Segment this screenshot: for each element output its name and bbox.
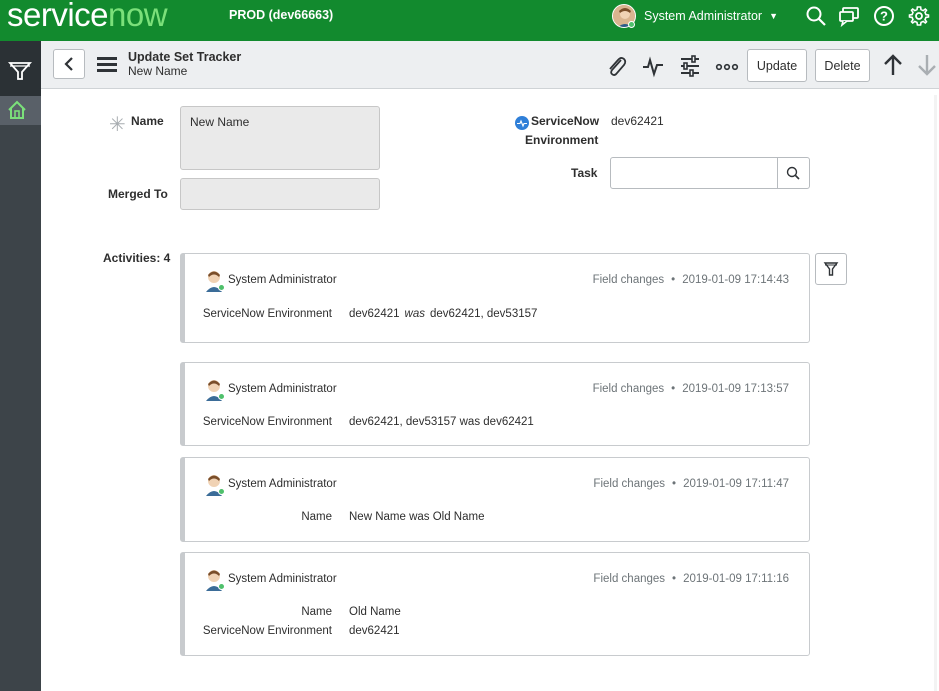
task-input[interactable] xyxy=(610,157,778,189)
activity-type: Field changes xyxy=(592,274,665,286)
chevron-down-icon: ▼ xyxy=(769,11,779,21)
new-value: dev62421 xyxy=(349,308,400,320)
change-field-value: Old Name xyxy=(349,606,401,618)
activity-icon[interactable] xyxy=(641,54,665,78)
name-field-value: New Name xyxy=(190,115,250,129)
was-keyword: was xyxy=(404,308,425,320)
change-field-label: Name xyxy=(301,606,332,618)
meta-separator: • xyxy=(671,274,676,286)
activities-label: Activities: 4 xyxy=(103,251,171,265)
activity-card: System Administrator Field changes • 2019-0… xyxy=(180,457,810,542)
update-button[interactable]: Update xyxy=(747,49,807,82)
meta-separator: • xyxy=(671,383,676,395)
change-field-value: New Name was Old Name xyxy=(349,511,484,523)
home-icon xyxy=(8,100,26,119)
activity-user: System Administrator xyxy=(228,274,337,286)
task-label: Task xyxy=(571,166,598,180)
activity-meta: Field changes • 2019-01-09 17:14:43 xyxy=(593,274,789,286)
arrow-up-icon[interactable] xyxy=(881,53,905,77)
filter-navigator-tab[interactable] xyxy=(0,41,41,96)
instance-name: PROD (dev66663) xyxy=(229,8,334,22)
activity-filter-button[interactable] xyxy=(815,253,847,285)
change-field-value: dev62421, dev53157 was dev62421 xyxy=(349,416,534,428)
avatar xyxy=(204,377,225,401)
activity-type: Field changes xyxy=(592,383,665,395)
scrollbar[interactable] xyxy=(934,95,937,691)
change-field-label: ServiceNow Environment xyxy=(202,625,332,637)
record-display-value: New Name xyxy=(128,64,188,78)
merged-to-field[interactable] xyxy=(180,178,380,210)
svg-text:?: ? xyxy=(880,9,888,24)
activity-type: Field changes xyxy=(593,573,666,585)
hamburger-icon[interactable] xyxy=(97,57,117,73)
activity-timestamp: 2019-01-09 17:11:16 xyxy=(683,573,789,585)
servicenow-logo[interactable]: servicenow xyxy=(7,0,168,31)
filter-icon xyxy=(823,262,839,276)
activity-timestamp: 2019-01-09 17:11:47 xyxy=(683,478,789,490)
user-menu[interactable]: System Administrator ▼ xyxy=(612,3,778,29)
filter-icon xyxy=(7,62,33,80)
avatar xyxy=(204,472,225,496)
top-banner: servicenow PROD (dev66663) System Admini… xyxy=(0,0,939,41)
field-status-icon xyxy=(515,116,529,130)
avatar xyxy=(204,268,225,292)
activity-timestamp: 2019-01-09 17:13:57 xyxy=(682,383,789,395)
new-value: New Name was Old Name xyxy=(349,511,485,523)
change-field-label: ServiceNow Environment xyxy=(202,308,332,320)
activity-card: System Administrator Field changes • 2019-0… xyxy=(180,362,810,446)
paperclip-icon[interactable] xyxy=(604,54,628,78)
new-value: dev62421 xyxy=(349,625,400,637)
home-tab[interactable] xyxy=(0,96,41,125)
environment-value: dev62421 xyxy=(611,114,664,128)
activity-card: System Administrator Field changes • 2019-0… xyxy=(180,552,810,656)
search-icon[interactable] xyxy=(805,5,827,27)
change-field-value: dev62421 was dev62421, dev53157 xyxy=(349,308,537,320)
reference-lookup-icon xyxy=(786,166,800,180)
sliders-icon[interactable] xyxy=(678,54,702,78)
old-value: dev62421, dev53157 xyxy=(429,308,538,320)
activity-type: Field changes xyxy=(593,478,666,490)
meta-separator: • xyxy=(672,478,677,490)
online-status-icon xyxy=(218,583,225,590)
more-icon[interactable] xyxy=(715,54,739,78)
back-button[interactable] xyxy=(53,49,85,79)
change-field-value: dev62421 xyxy=(349,625,400,637)
activity-meta: Field changes • 2019-01-09 17:11:16 xyxy=(593,573,789,585)
arrow-down-icon[interactable] xyxy=(915,53,939,77)
activity-user: System Administrator xyxy=(228,383,337,395)
chat-icon[interactable] xyxy=(838,5,860,27)
merged-to-label: Merged To xyxy=(108,187,168,201)
meta-separator: • xyxy=(672,573,677,585)
activity-meta: Field changes • 2019-01-09 17:13:57 xyxy=(593,383,789,395)
environment-label-line2: Environment xyxy=(525,133,599,147)
user-name: System Administrator xyxy=(644,9,763,23)
page-title: Update Set Tracker xyxy=(128,50,242,64)
application-navigator xyxy=(0,41,41,691)
change-field-label: ServiceNow Environment xyxy=(202,416,332,428)
online-status-icon xyxy=(218,393,225,400)
name-field[interactable]: New Name xyxy=(180,106,380,170)
new-value: Old Name xyxy=(349,606,401,618)
chevron-left-icon xyxy=(64,57,73,71)
environment-label-line1: ServiceNow xyxy=(531,114,600,128)
mandatory-indicator: ✳ xyxy=(109,114,126,136)
form-header: Update Set Tracker New Name Update Delet… xyxy=(41,41,939,89)
activity-meta: Field changes • 2019-01-09 17:11:47 xyxy=(593,478,789,490)
online-status-icon xyxy=(218,284,225,291)
activity-timestamp: 2019-01-09 17:14:43 xyxy=(682,274,789,286)
avatar xyxy=(204,567,225,591)
name-label: Name xyxy=(131,114,164,128)
delete-button[interactable]: Delete xyxy=(815,49,870,82)
online-status-icon xyxy=(218,488,225,495)
activity-user: System Administrator xyxy=(228,478,337,490)
change-field-label: Name xyxy=(301,511,332,523)
help-icon[interactable]: ? xyxy=(873,5,895,27)
activity-user: System Administrator xyxy=(228,573,337,585)
gear-icon[interactable] xyxy=(908,5,930,27)
activity-card: System Administrator Field changes • 2019-0… xyxy=(180,253,810,343)
online-status-icon xyxy=(628,21,635,28)
new-value: dev62421, dev53157 was dev62421 xyxy=(349,416,534,428)
task-lookup-button[interactable] xyxy=(777,157,810,189)
